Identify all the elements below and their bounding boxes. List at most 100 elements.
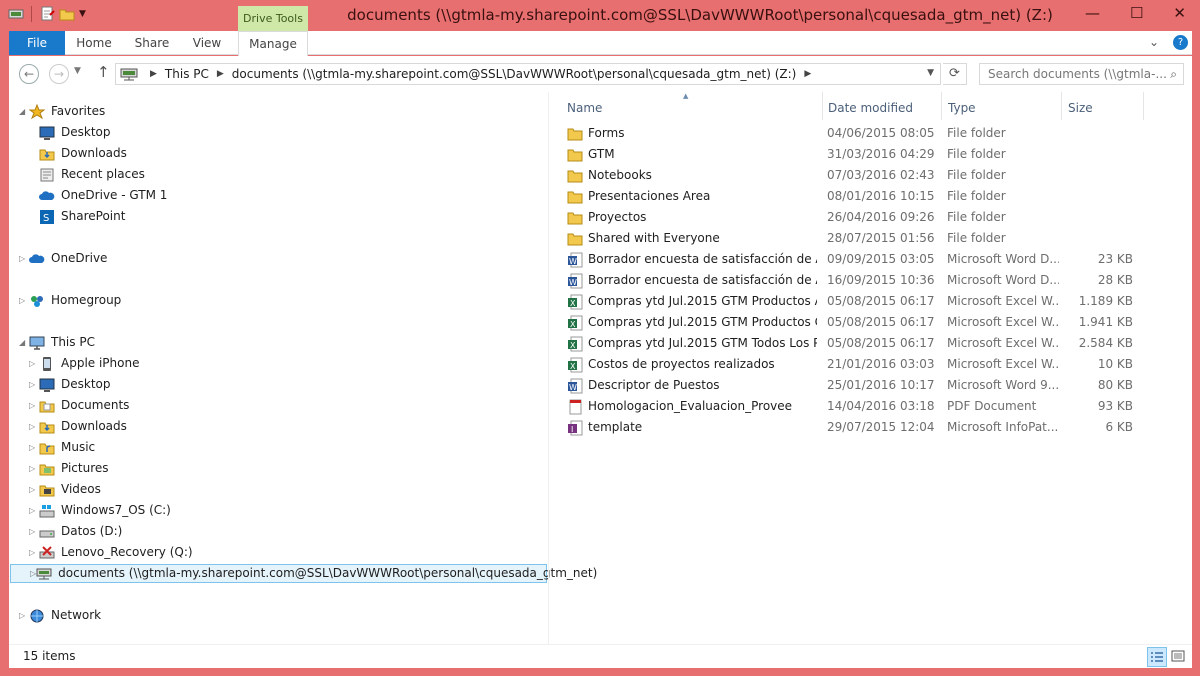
nav-documents-network-drive[interactable]: ▷ documents (\\gtmla-my.sharepoint.com@SS… <box>10 564 597 583</box>
search-input[interactable]: Search documents (\\gtmla-... ⌕ <box>979 63 1184 85</box>
file-row[interactable]: Presentaciones Area 08/01/2016 10:15 a...… <box>557 186 1192 207</box>
date-modified-cell: 31/03/2016 04:29 ... <box>827 147 939 161</box>
nav-network[interactable]: ▷ Network <box>19 606 101 625</box>
collapsed-chevron-icon[interactable]: ▷ <box>29 375 39 394</box>
nav-label: Desktop <box>61 377 111 391</box>
nav-apple-iphone[interactable]: ▷ Apple iPhone <box>29 354 139 373</box>
address-dropdown-icon[interactable]: ▼ <box>927 68 934 78</box>
nav-lenovo-recovery[interactable]: ▷ Lenovo_Recovery (Q:) <box>29 543 193 562</box>
tab-view[interactable]: View <box>183 31 231 55</box>
close-icon[interactable]: ✕ <box>1173 4 1186 22</box>
expand-ribbon-icon[interactable]: ⌄ <box>1149 35 1159 50</box>
address-bar[interactable]: ▶ This PC ▶ documents (\\gtmla-my.sharep… <box>115 63 941 85</box>
column-header-name[interactable]: Name <box>567 98 602 118</box>
help-icon[interactable]: ? <box>1173 35 1188 50</box>
nav-recent-places[interactable]: Recent places <box>29 165 145 184</box>
file-row[interactable]: Forms 04/06/2015 08:05 a... File folder <box>557 123 1192 144</box>
chevron-right-icon[interactable]: ▶ <box>217 69 224 79</box>
file-row[interactable]: Itemplate 29/07/2015 12:04 ... Microsoft I… <box>557 417 1192 438</box>
nav-videos[interactable]: ▷ Videos <box>29 480 101 499</box>
collapsed-chevron-icon[interactable]: ▷ <box>29 354 39 373</box>
nav-favorites[interactable]: ◢ Favorites <box>19 102 105 121</box>
collapsed-chevron-icon[interactable]: ▷ <box>29 522 39 541</box>
nav-windows7-os[interactable]: ▷ Windows7_OS (C:) <box>29 501 171 520</box>
nav-pc-desktop[interactable]: ▷ Desktop <box>29 375 111 394</box>
tab-manage[interactable]: Manage <box>238 31 308 56</box>
svg-text:X: X <box>570 362 576 371</box>
nav-this-pc[interactable]: ◢ This PC <box>19 333 95 352</box>
nav-onedrive-gtm[interactable]: OneDrive - GTM 1 <box>29 186 167 205</box>
nav-desktop[interactable]: Desktop <box>29 123 111 142</box>
collapsed-chevron-icon[interactable]: ▷ <box>29 501 39 520</box>
file-row[interactable]: X Compras ytd Jul.2015 GTM Productos C 05/… <box>557 312 1192 333</box>
file-row[interactable]: X Compras ytd Jul.2015 GTM Todos Los Pr..… <box>557 333 1192 354</box>
drive-icon <box>39 524 55 540</box>
file-name: Borrador encuesta de satisfacción de Áre… <box>588 273 817 287</box>
customize-qat-icon[interactable]: ▼ <box>79 6 89 22</box>
iphone-icon <box>39 356 55 372</box>
refresh-button[interactable]: ⟳ <box>943 63 967 85</box>
column-header-date-modified[interactable]: Date modified <box>828 98 913 118</box>
nav-onedrive[interactable]: ▷ OneDrive <box>19 249 107 268</box>
file-row[interactable]: X Compras ytd Jul.2015 GTM Productos A ..… <box>557 291 1192 312</box>
breadcrumb-this-pc[interactable]: This PC <box>165 67 209 81</box>
file-row[interactable]: W Descriptor de Puestos 25/01/2016 10:17 a… <box>557 375 1192 396</box>
file-row[interactable]: X Costos de proyectos realizados 21/01/201… <box>557 354 1192 375</box>
tab-home[interactable]: Home <box>69 31 119 55</box>
nav-datos[interactable]: ▷ Datos (D:) <box>29 522 122 541</box>
chevron-right-icon[interactable]: ▶ <box>804 69 811 79</box>
expanded-chevron-icon[interactable]: ◢ <box>19 333 29 352</box>
nav-downloads[interactable]: Downloads <box>29 144 127 163</box>
large-icons-view-button[interactable] <box>1169 647 1189 667</box>
search-icon[interactable]: ⌕ <box>1170 64 1177 84</box>
breadcrumb-documents[interactable]: documents (\\gtmla-my.sharepoint.com@SSL… <box>232 67 797 81</box>
collapsed-chevron-icon[interactable]: ▷ <box>29 480 39 499</box>
recent-locations-chevron-icon[interactable]: ▼ <box>74 66 81 76</box>
new-folder-icon[interactable] <box>59 6 75 22</box>
column-header-type[interactable]: Type <box>948 98 976 118</box>
date-modified-cell: 29/07/2015 12:04 ... <box>827 420 939 434</box>
word-icon: W <box>567 252 583 268</box>
drive-icon[interactable] <box>8 6 24 22</box>
file-name: Compras ytd Jul.2015 GTM Productos A ... <box>588 294 817 308</box>
file-row[interactable]: GTM 31/03/2016 04:29 ... File folder <box>557 144 1192 165</box>
back-button[interactable]: ← <box>19 64 39 84</box>
collapsed-chevron-icon[interactable]: ▷ <box>29 543 39 562</box>
nav-music[interactable]: ▷ Music <box>29 438 95 457</box>
collapsed-chevron-icon[interactable]: ▷ <box>19 291 29 310</box>
tab-share[interactable]: Share <box>127 31 177 55</box>
nav-homegroup[interactable]: ▷ Homegroup <box>19 291 121 310</box>
column-header-size[interactable]: Size <box>1068 98 1093 118</box>
nav-pc-documents[interactable]: ▷ Documents <box>29 396 129 415</box>
svg-text:I: I <box>571 425 573 434</box>
details-view-button[interactable] <box>1147 647 1167 667</box>
nav-sharepoint[interactable]: S SharePoint <box>29 207 125 226</box>
nav-pictures[interactable]: ▷ Pictures <box>29 459 109 478</box>
folder-icon <box>567 231 583 247</box>
nav-pc-downloads[interactable]: ▷ Downloads <box>29 417 127 436</box>
file-name-cell: Proyectos <box>567 207 817 228</box>
file-type-cell: Microsoft Word 9... <box>947 378 1059 392</box>
date-modified-cell: 21/01/2016 03:03 ... <box>827 357 939 371</box>
collapsed-chevron-icon[interactable]: ▷ <box>29 438 39 457</box>
minimize-icon[interactable]: — <box>1085 4 1100 22</box>
file-row[interactable]: Homologacion_Evaluacion_Provee 14/04/2016… <box>557 396 1192 417</box>
tab-file[interactable]: File <box>9 31 65 55</box>
forward-button[interactable]: → <box>49 64 69 84</box>
file-row[interactable]: W Borrador encuesta de satisfacción de Ár… <box>557 249 1192 270</box>
collapsed-chevron-icon[interactable]: ▷ <box>29 417 39 436</box>
file-row[interactable]: Shared with Everyone 28/07/2015 01:56 ...… <box>557 228 1192 249</box>
maximize-icon[interactable]: ☐ <box>1130 4 1143 22</box>
collapsed-chevron-icon[interactable]: ▷ <box>29 459 39 478</box>
properties-icon[interactable] <box>39 6 55 22</box>
expanded-chevron-icon[interactable]: ◢ <box>19 102 29 121</box>
pane-splitter[interactable] <box>548 92 549 644</box>
collapsed-chevron-icon[interactable]: ▷ <box>19 606 29 625</box>
collapsed-chevron-icon[interactable]: ▷ <box>19 249 29 268</box>
file-row[interactable]: Notebooks 07/03/2016 02:43 ... File folder <box>557 165 1192 186</box>
file-row[interactable]: Proyectos 26/04/2016 09:26 a... File folde… <box>557 207 1192 228</box>
collapsed-chevron-icon[interactable]: ▷ <box>29 396 39 415</box>
file-row[interactable]: W Borrador encuesta de satisfacción de Ár… <box>557 270 1192 291</box>
up-button[interactable]: ↑ <box>97 63 110 81</box>
chevron-right-icon[interactable]: ▶ <box>150 69 157 79</box>
